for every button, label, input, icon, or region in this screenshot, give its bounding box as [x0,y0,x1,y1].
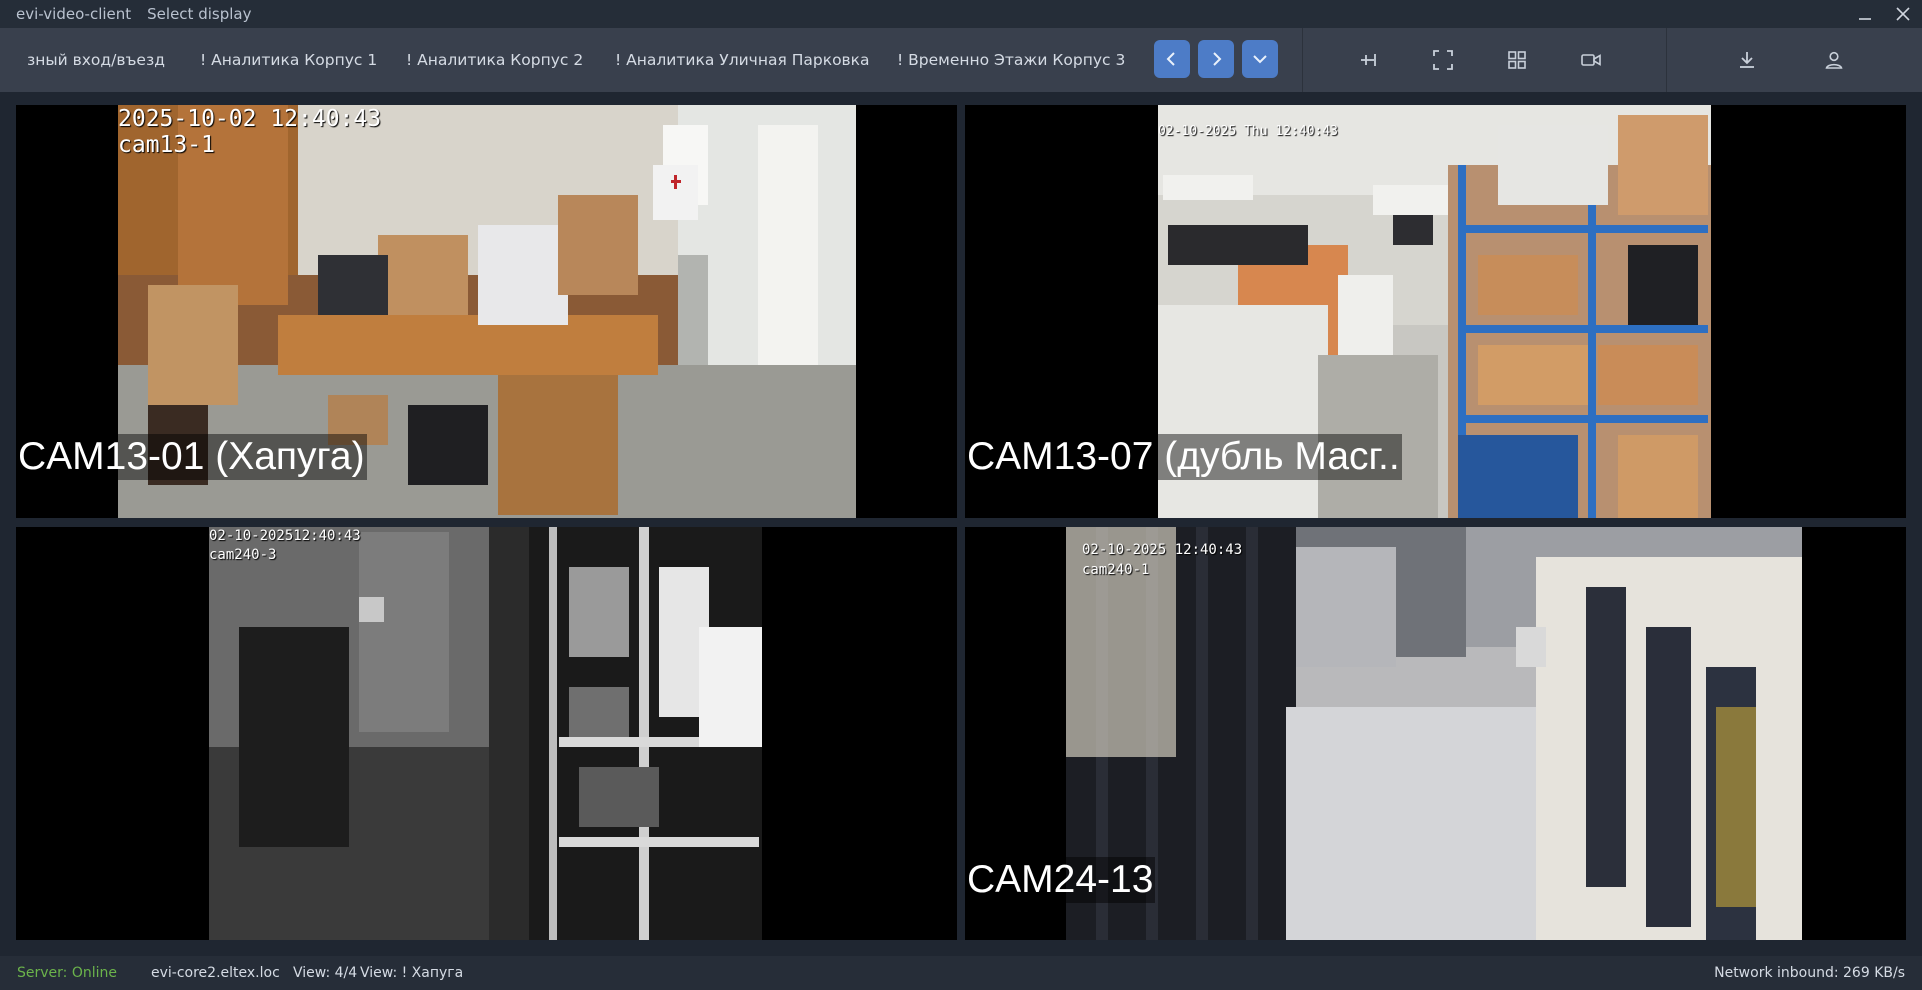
pin-icon [1361,54,1376,66]
tab-view[interactable]: ! Временно Этажи Корпус 3 [897,28,1125,92]
camera-label: CAM24-13 [965,857,1156,903]
camera-tile[interactable]: 02-10-202512:40:43 cam240-3 [16,527,957,940]
app-title: evi-video-client [16,5,132,23]
video-frame [1066,527,1802,940]
toolbar-divider [1302,28,1303,92]
scroll-tabs-right-button[interactable] [1198,40,1234,78]
view-tabs: зный вход/въезд ! Аналитика Корпус 1 ! А… [0,28,1140,92]
scroll-tabs-left-button[interactable] [1154,40,1190,78]
osd-timestamp: 02-10-2025 12:40:43 [1082,542,1243,558]
camera-tile[interactable]: 2025-10-02 12:40:43 cam13-1 CAM13-01 (Ха… [16,105,957,518]
tab-view[interactable]: ! Аналитика Уличная Парковка [615,28,870,92]
grid-layout-icon [1508,51,1526,69]
camera-button[interactable] [1575,44,1607,76]
pin-button[interactable] [1353,44,1385,76]
download-button[interactable] [1731,44,1763,76]
osd-timestamp: 2025-10-02 12:40:43 [118,106,382,132]
status-bar: Server: Online evi-core2.eltex.loc View:… [0,956,1922,990]
close-button[interactable] [1884,0,1922,28]
minimize-button[interactable] [1846,0,1884,28]
osd-camera-name: cam240-1 [1082,562,1150,578]
user-icon [1825,51,1843,69]
window-controls [1846,0,1922,28]
chevron-left-icon [1166,52,1175,66]
camera-tile[interactable]: 02-10-2025 Thu 12:40:43 CAM13-07 (дубль … [965,105,1906,518]
view-name: View: ! Хапуга [360,965,464,981]
tab-view[interactable]: зный вход/въезд [27,28,165,92]
chevron-down-icon [1253,55,1267,64]
network-inbound: Network inbound: 269 KB/s [1714,965,1905,981]
server-status: Server: Online [17,965,117,981]
view-count: View: 4/4 [293,965,358,981]
tab-view[interactable]: ! Аналитика Корпус 2 [406,28,583,92]
tabs-dropdown-button[interactable] [1242,40,1278,78]
fullscreen-icon [1433,50,1453,70]
select-display-menu[interactable]: Select display [147,5,251,23]
camera-icon [1581,54,1601,66]
download-icon [1740,52,1754,68]
fullscreen-button[interactable] [1427,44,1459,76]
camera-label: CAM13-01 (Хапуга) [16,434,367,480]
title-bar: evi-video-client Select display [0,0,1922,28]
camera-grid: 2025-10-02 12:40:43 cam13-1 CAM13-01 (Ха… [0,92,1922,956]
minimize-icon [1859,18,1871,20]
toolbar: зный вход/въезд ! Аналитика Корпус 1 ! А… [0,28,1922,92]
camera-tile[interactable]: 02-10-2025 12:40:43 cam240-1 CAM24-13 [965,527,1906,940]
toolbar-divider [1666,28,1667,92]
osd-timestamp: 02-10-202512:40:43 [209,528,361,544]
chevron-right-icon [1213,52,1222,66]
camera-label: CAM13-07 (дубль Масг.. [965,434,1402,480]
osd-camera-name: cam13-1 [118,132,215,158]
video-frame [209,527,762,940]
server-host: evi-core2.eltex.loc [151,965,280,981]
user-button[interactable] [1818,44,1850,76]
grid-layout-button[interactable] [1501,44,1533,76]
tab-view[interactable]: ! Аналитика Корпус 1 [200,28,377,92]
osd-camera-name: cam240-3 [209,547,277,563]
osd-timestamp: 02-10-2025 Thu 12:40:43 [1158,124,1339,139]
close-icon [1896,7,1910,21]
